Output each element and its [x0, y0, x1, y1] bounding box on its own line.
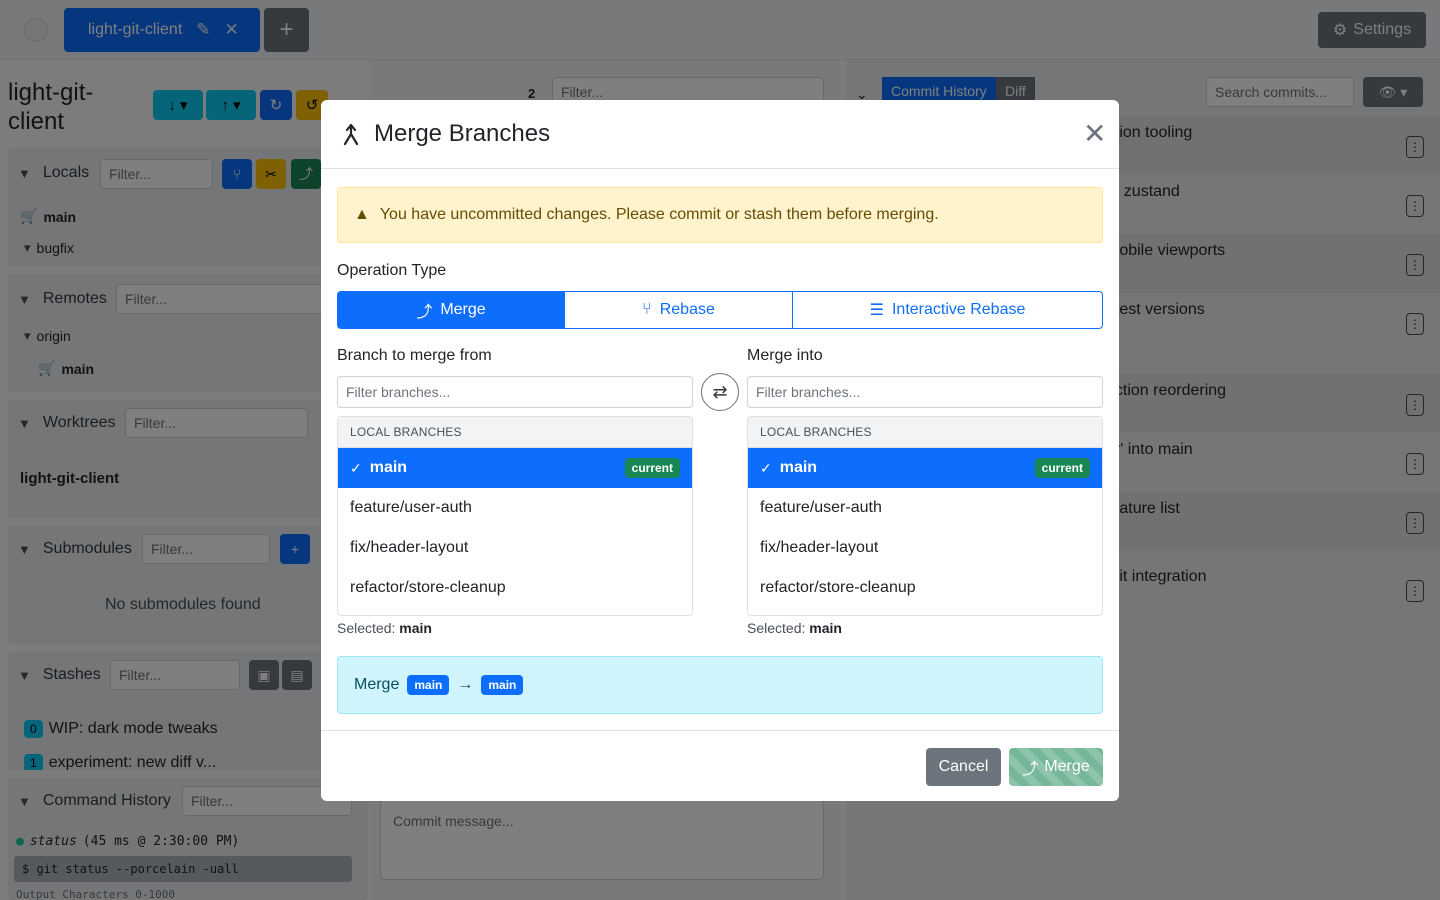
- uncommitted-warning: ▲ You have uncommitted changes. Please c…: [337, 187, 1103, 243]
- modal-header: Merge Branches ✕: [321, 100, 1119, 169]
- swap-branches-button[interactable]: ⇄: [701, 373, 739, 411]
- summary-from-badge: main: [407, 675, 450, 695]
- from-branch-item[interactable]: refactor/store-cleanup: [338, 568, 692, 608]
- merge-branches-dialog: Merge Branches ✕ ▲ You have uncommitted …: [321, 100, 1119, 801]
- arrow-right-icon: →: [457, 676, 474, 693]
- warning-text: You have uncommitted changes. Please com…: [379, 206, 939, 223]
- operation-interactive-rebase-button[interactable]: ☰ Interactive Rebase: [792, 291, 1103, 329]
- current-badge: current: [1034, 458, 1090, 478]
- modal-title: Merge Branches: [374, 120, 551, 147]
- cancel-button[interactable]: Cancel: [926, 748, 1001, 786]
- into-branch-list: LOCAL BRANCHES ✓ main current feature/us…: [747, 416, 1103, 616]
- warning-icon: ▲: [354, 206, 370, 223]
- merge-from-label: Branch to merge from: [337, 347, 492, 364]
- merge-icon: ⤴: [1022, 761, 1039, 778]
- from-branch-item[interactable]: ✓ main current: [338, 448, 692, 488]
- summary-label: Merge: [354, 676, 400, 693]
- merge-icon: ⤴: [416, 304, 433, 321]
- merge-summary: Merge main → main: [337, 656, 1103, 714]
- from-selected: Selected: main: [337, 620, 432, 636]
- into-branch-item[interactable]: feature/user-auth: [748, 488, 1102, 528]
- from-branch-item[interactable]: feature/user-auth: [338, 488, 692, 528]
- into-selected: Selected: main: [747, 620, 842, 636]
- from-branch-item[interactable]: fix/header-layout: [338, 528, 692, 568]
- operation-merge-button[interactable]: ⤴ Merge: [337, 291, 565, 329]
- operation-type-label: Operation Type: [337, 262, 447, 279]
- from-filter-input[interactable]: Filter branches...: [337, 376, 693, 408]
- merge-button[interactable]: ⤴ Merge: [1009, 748, 1103, 786]
- into-branch-item[interactable]: fix/header-layout: [748, 528, 1102, 568]
- list-header: LOCAL BRANCHES: [338, 417, 692, 448]
- check-icon: ✓: [350, 459, 362, 476]
- modal-footer: Cancel ⤴ Merge: [321, 730, 1119, 801]
- merge-into-label: Merge into: [747, 347, 823, 364]
- into-branch-item[interactable]: refactor/store-cleanup: [748, 568, 1102, 608]
- merge-icon: [343, 123, 359, 146]
- into-branch-item[interactable]: ✓ main current: [748, 448, 1102, 488]
- current-badge: current: [624, 458, 680, 478]
- from-branch-list: LOCAL BRANCHES ✓ main current feature/us…: [337, 416, 693, 616]
- swap-icon: ⇄: [712, 381, 728, 402]
- list-icon: ☰: [869, 302, 884, 319]
- operation-rebase-button[interactable]: ⑂ Rebase: [564, 291, 793, 329]
- close-icon[interactable]: ✕: [1083, 120, 1106, 148]
- into-filter-input[interactable]: Filter branches...: [747, 376, 1103, 408]
- branch-icon: ⑂: [642, 301, 652, 318]
- summary-into-badge: main: [481, 675, 524, 695]
- check-icon: ✓: [760, 459, 772, 476]
- list-header: LOCAL BRANCHES: [748, 417, 1102, 448]
